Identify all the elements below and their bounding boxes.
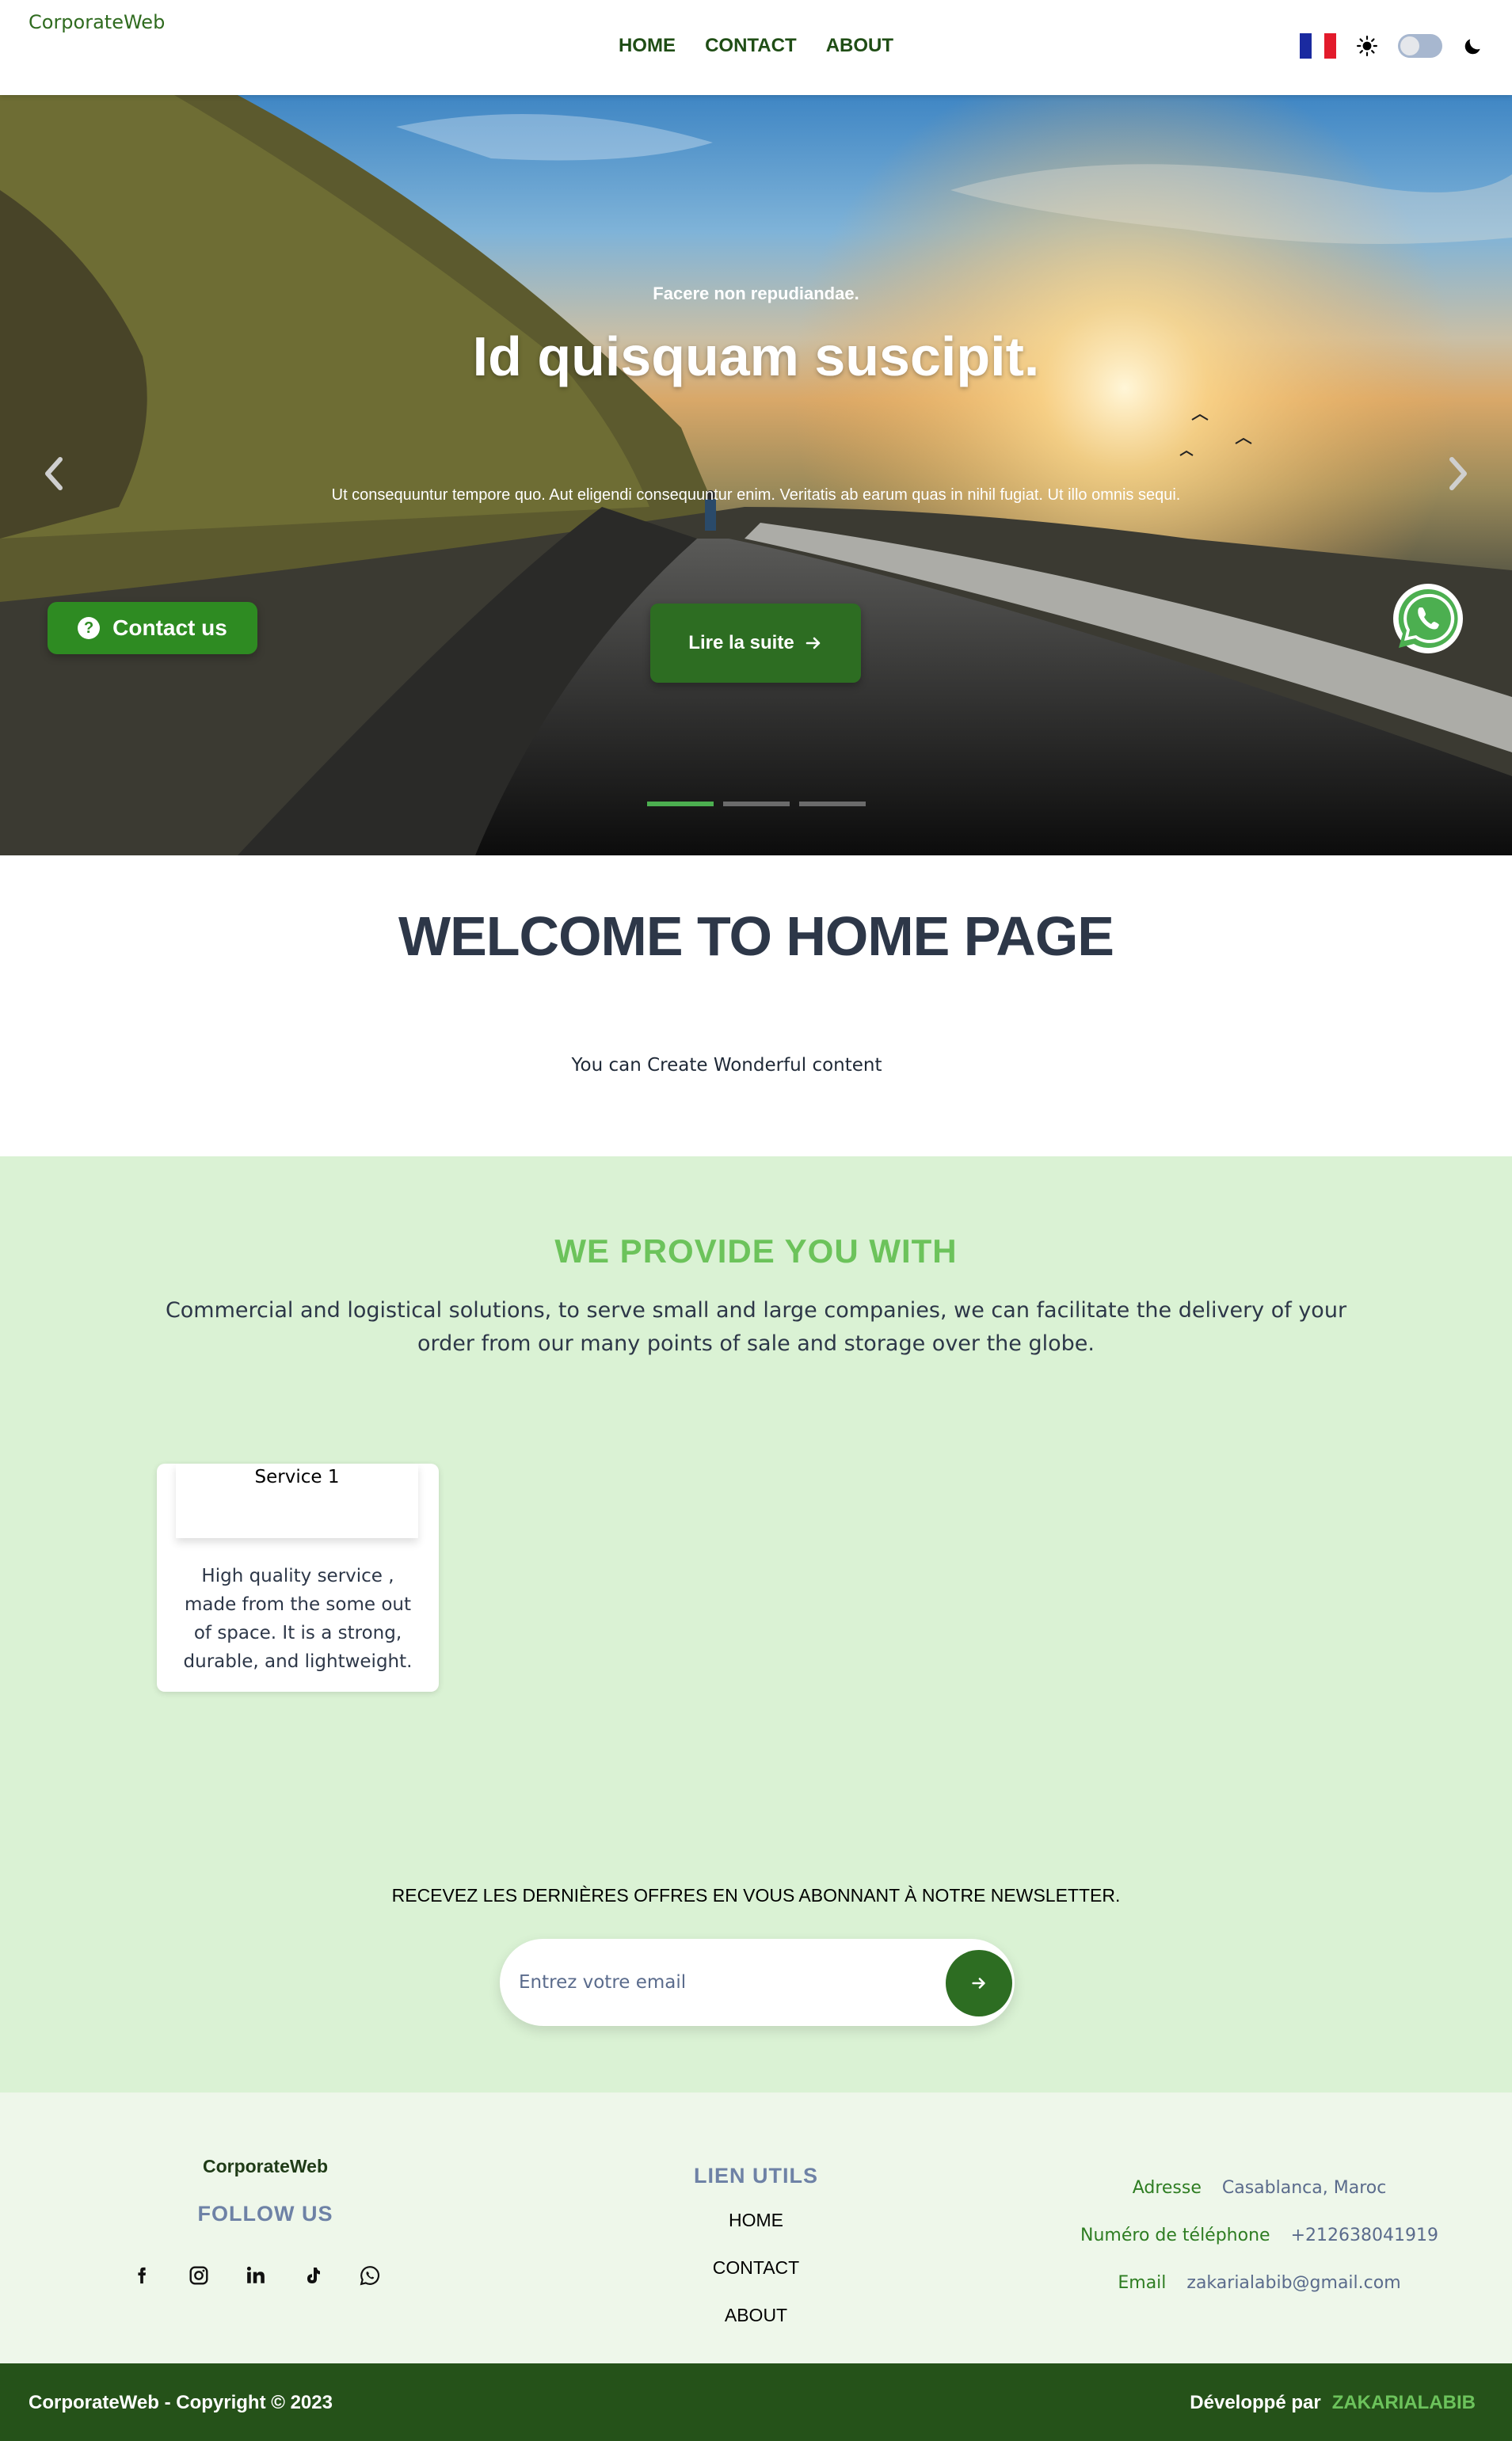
sun-icon — [1357, 36, 1377, 56]
email-label: Email — [1118, 2273, 1167, 2293]
welcome-subtitle: You can Create Wonderful content — [571, 1055, 882, 1076]
service-card-title: Service 1 — [176, 1464, 418, 1538]
contact-us-button[interactable]: ? Contact us — [48, 602, 257, 654]
whatsapp-icon[interactable] — [1391, 581, 1465, 656]
carousel-indicators — [0, 802, 1512, 806]
footer: CorporateWeb FOLLOW US LIEN UTILS HOME C… — [0, 2093, 1512, 2363]
arrow-right-icon — [806, 637, 820, 649]
footer-phone: Numéro de téléphone +212638041919 — [1022, 2226, 1497, 2245]
hero-title: Id quisquam suscipit. — [472, 326, 1040, 387]
copyright-text: CorporateWeb - Copyright © 2023 — [29, 2392, 333, 2413]
hero-background-image — [0, 95, 1512, 855]
service-card-description: High quality service , made from the som… — [183, 1566, 413, 1672]
phone-label: Numéro de téléphone — [1080, 2226, 1270, 2245]
carousel-next-icon[interactable] — [1442, 450, 1474, 497]
copyright-bar: CorporateWeb - Copyright © 2023 Développ… — [0, 2363, 1512, 2441]
services-description: Commercial and logistical solutions, to … — [165, 1298, 1347, 1356]
hero-eyebrow: Facere non repudiandae. — [653, 284, 859, 303]
read-more-button[interactable]: Lire la suite — [650, 604, 861, 683]
newsletter-title: RECEVEZ LES DERNIÈRES OFFRES EN VOUS ABO… — [391, 1885, 1121, 1906]
nav-home[interactable]: HOME — [619, 35, 676, 57]
carousel-indicator-2[interactable] — [722, 802, 790, 806]
carousel-indicator-3[interactable] — [798, 802, 866, 806]
service-card[interactable]: Service 1 High quality service , made fr… — [157, 1464, 439, 1692]
footer-address: Adresse Casablanca, Maroc — [1022, 2178, 1497, 2198]
hero-text: Ut consequuntur tempore quo. Aut eligend… — [331, 486, 1181, 504]
newsletter-email-input[interactable] — [519, 1961, 931, 2004]
france-flag-icon[interactable] — [1300, 33, 1336, 59]
developer-credit: Développé par ZAKARIALABIB — [1190, 2392, 1476, 2414]
newsletter-form — [500, 1939, 1015, 2026]
navbar: CorporateWeb HOME CONTACT ABOUT — [0, 0, 1512, 95]
nav-about[interactable]: ABOUT — [826, 35, 893, 57]
phone-value[interactable]: +212638041919 — [1291, 2226, 1438, 2245]
address-value: Casablanca, Maroc — [1221, 2178, 1387, 2198]
welcome-section: WELCOME TO HOME PAGE You can Create Wond… — [0, 855, 1512, 1156]
nav-contact[interactable]: CONTACT — [705, 35, 797, 57]
brand-logo[interactable]: CorporateWeb — [29, 11, 165, 33]
moon-icon — [1464, 39, 1480, 55]
main-nav: HOME CONTACT ABOUT — [0, 35, 1512, 57]
arrow-right-icon — [972, 1978, 985, 1989]
toggle-knob — [1400, 36, 1419, 55]
developer-name[interactable]: ZAKARIALABIB — [1332, 2392, 1476, 2413]
theme-toggle[interactable] — [1398, 34, 1442, 58]
address-label: Adresse — [1132, 2178, 1202, 2198]
carousel-indicator-1[interactable] — [646, 802, 714, 806]
email-value[interactable]: zakarialabib@gmail.com — [1186, 2273, 1400, 2293]
nav-tools — [1300, 33, 1483, 59]
hero-carousel: Facere non repudiandae. Id quisquam susc… — [0, 95, 1512, 855]
carousel-prev-icon[interactable] — [38, 450, 70, 497]
services-title: WE PROVIDE YOU WITH — [554, 1232, 958, 1270]
footer-email: Email zakarialabib@gmail.com — [1022, 2273, 1497, 2293]
read-more-label: Lire la suite — [688, 632, 794, 653]
footer-link-about[interactable]: ABOUT — [0, 2305, 1512, 2326]
welcome-title: WELCOME TO HOME PAGE — [398, 905, 1114, 967]
services-section: WE PROVIDE YOU WITH Commercial and logis… — [0, 1156, 1512, 2093]
question-circle-icon: ? — [78, 617, 101, 639]
newsletter-submit-button[interactable] — [946, 1950, 1012, 2016]
developed-by-label: Développé par — [1190, 2392, 1321, 2413]
contact-us-label: Contact us — [112, 615, 227, 640]
